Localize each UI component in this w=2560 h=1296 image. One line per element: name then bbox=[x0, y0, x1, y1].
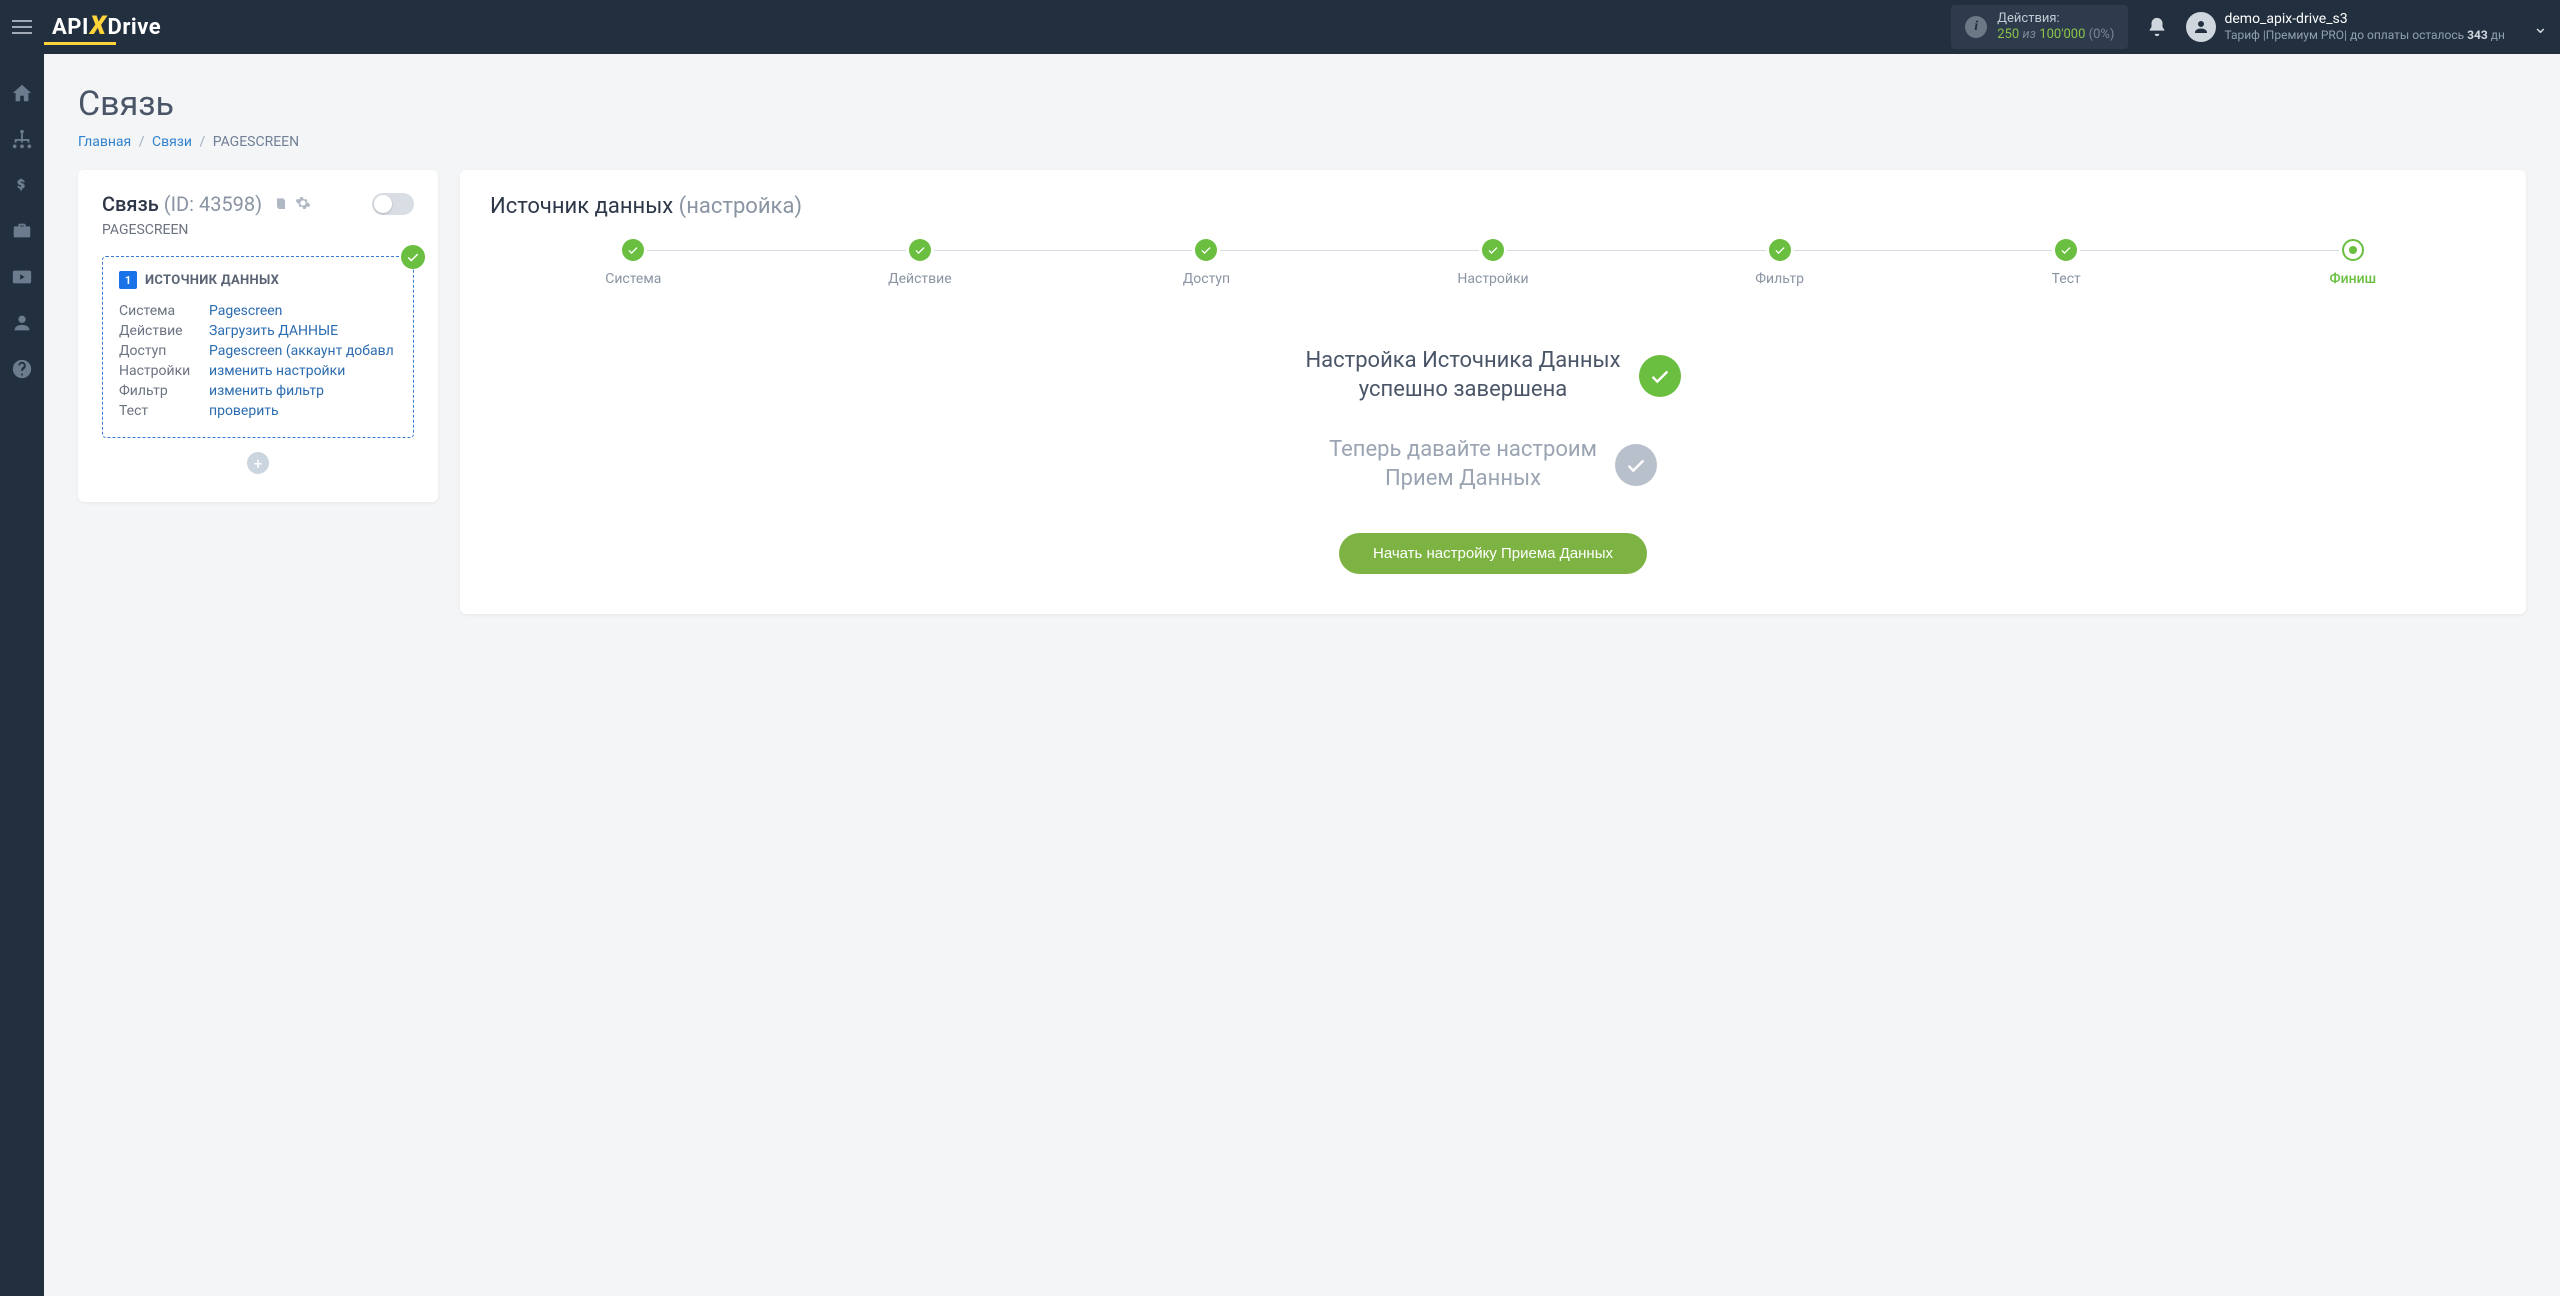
source-setting-row: ДоступPagescreen (аккаунт добавл bbox=[119, 341, 397, 361]
check-icon-pending bbox=[1615, 444, 1657, 486]
setting-value-link[interactable]: Pagescreen bbox=[209, 303, 282, 319]
check-icon bbox=[1639, 355, 1681, 397]
source-complete-badge bbox=[401, 245, 425, 269]
step-Тест[interactable]: Тест bbox=[1923, 239, 2210, 287]
setup-card: Источник данных (настройка) Система Дейст… bbox=[460, 170, 2526, 614]
connection-card: Связь (ID: 43598) PAGESCREEN bbox=[78, 170, 438, 502]
video-icon[interactable] bbox=[11, 266, 33, 288]
actions-label: Действия: bbox=[1997, 11, 2114, 27]
step-circle-icon bbox=[2342, 239, 2364, 261]
connection-title: Связь bbox=[102, 192, 159, 216]
connections-icon[interactable] bbox=[11, 128, 33, 150]
step-label: Доступ bbox=[1183, 271, 1230, 287]
setting-value-link[interactable]: изменить фильтр bbox=[209, 383, 324, 399]
user-plan: Тариф |Премиум PRO| до оплаты осталось 3… bbox=[2224, 28, 2504, 42]
step-label: Фильтр bbox=[1755, 271, 1804, 287]
progress-stepper: Система Действие Доступ Настройки Фильтр Тест… bbox=[490, 239, 2496, 287]
step-circle-icon bbox=[622, 239, 644, 261]
step-Финиш[interactable]: Финиш bbox=[2209, 239, 2496, 287]
step-label: Настройки bbox=[1457, 271, 1528, 287]
step-Фильтр[interactable]: Фильтр bbox=[1636, 239, 1923, 287]
source-setting-row: Тестпроверить bbox=[119, 401, 397, 421]
step-circle-icon bbox=[1769, 239, 1791, 261]
source-number-badge: 1 bbox=[119, 271, 137, 289]
status-source-done: Настройка Источника Данных успешно завер… bbox=[1305, 347, 1620, 404]
setting-key: Доступ bbox=[119, 343, 209, 359]
chevron-down-icon: ⌄ bbox=[2533, 17, 2548, 38]
setting-key: Фильтр bbox=[119, 383, 209, 399]
start-receiver-setup-button[interactable]: Начать настройку Приема Данных bbox=[1339, 533, 1647, 574]
avatar-icon bbox=[2186, 12, 2216, 42]
setting-key: Тест bbox=[119, 403, 209, 419]
step-label: Система bbox=[605, 271, 661, 287]
setting-key: Настройки bbox=[119, 363, 209, 379]
breadcrumb-links[interactable]: Связи bbox=[152, 134, 192, 150]
setup-header: Источник данных (настройка) bbox=[490, 194, 2496, 219]
step-Действие[interactable]: Действие bbox=[777, 239, 1064, 287]
add-step-button[interactable]: + bbox=[247, 452, 269, 474]
menu-button[interactable] bbox=[12, 13, 40, 41]
setting-key: Действие bbox=[119, 323, 209, 339]
notifications-icon[interactable] bbox=[2146, 16, 2168, 38]
source-setting-row: СистемаPagescreen bbox=[119, 301, 397, 321]
setting-value-link[interactable]: Pagescreen (аккаунт добавл bbox=[209, 343, 394, 359]
setting-value-link[interactable]: проверить bbox=[209, 403, 279, 419]
setting-key: Система bbox=[119, 303, 209, 319]
home-icon[interactable] bbox=[11, 82, 33, 104]
source-setting-row: Настройкиизменить настройки bbox=[119, 361, 397, 381]
logo[interactable]: APIXDrive bbox=[52, 12, 161, 42]
source-setting-row: ДействиеЗагрузить ДАННЫЕ bbox=[119, 321, 397, 341]
breadcrumb-current: PAGESCREEN bbox=[213, 134, 299, 150]
actions-counter[interactable]: i Действия: 250 из 100'000 (0%) bbox=[1951, 5, 2128, 48]
gear-icon[interactable] bbox=[295, 195, 311, 211]
data-source-box: 1 ИСТОЧНИК ДАННЫХ СистемаPagescreenДейст… bbox=[102, 256, 414, 438]
step-Настройки[interactable]: Настройки bbox=[1350, 239, 1637, 287]
breadcrumb-home[interactable]: Главная bbox=[78, 134, 131, 150]
briefcase-icon[interactable] bbox=[11, 220, 33, 242]
breadcrumb: Главная / Связи / PAGESCREEN bbox=[78, 134, 2526, 150]
setting-value-link[interactable]: изменить настройки bbox=[209, 363, 345, 379]
step-label: Действие bbox=[888, 271, 952, 287]
source-setting-row: Фильтризменить фильтр bbox=[119, 381, 397, 401]
sidebar bbox=[0, 54, 44, 1296]
billing-icon[interactable] bbox=[11, 174, 33, 196]
connection-id: (ID: 43598) bbox=[164, 192, 262, 216]
top-bar: APIXDrive i Действия: 250 из 100'000 (0%… bbox=[0, 0, 2560, 54]
step-circle-icon bbox=[2055, 239, 2077, 261]
connection-name: PAGESCREEN bbox=[102, 222, 414, 238]
source-title: ИСТОЧНИК ДАННЫХ bbox=[145, 273, 279, 288]
info-icon: i bbox=[1965, 16, 1987, 38]
step-label: Финиш bbox=[2329, 271, 2376, 287]
step-circle-icon bbox=[1195, 239, 1217, 261]
step-label: Тест bbox=[2052, 271, 2081, 287]
step-Доступ[interactable]: Доступ bbox=[1063, 239, 1350, 287]
page-title: Связь bbox=[78, 84, 2526, 124]
connection-toggle[interactable] bbox=[372, 193, 414, 215]
copy-icon[interactable] bbox=[273, 195, 289, 211]
user-menu[interactable]: demo_apix-drive_s3 Тариф |Премиум PRO| д… bbox=[2186, 11, 2548, 42]
step-circle-icon bbox=[909, 239, 931, 261]
user-name: demo_apix-drive_s3 bbox=[2224, 11, 2504, 28]
profile-icon[interactable] bbox=[11, 312, 33, 334]
status-receiver-next: Теперь давайте настроим Прием Данных bbox=[1329, 436, 1597, 493]
step-Система[interactable]: Система bbox=[490, 239, 777, 287]
setting-value-link[interactable]: Загрузить ДАННЫЕ bbox=[209, 323, 338, 339]
step-circle-icon bbox=[1482, 239, 1504, 261]
help-icon[interactable] bbox=[11, 358, 33, 380]
